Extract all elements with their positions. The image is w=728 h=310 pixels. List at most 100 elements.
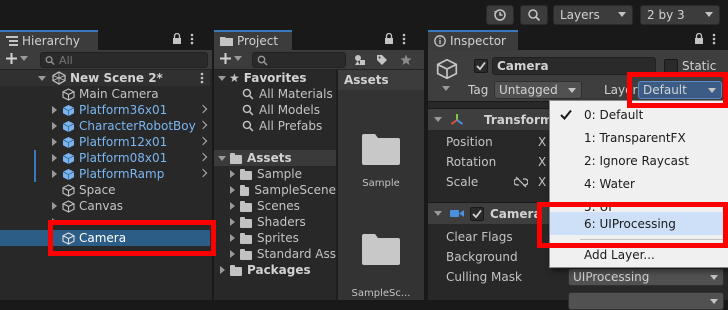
- tab-hierarchy[interactable]: Hierarchy: [0, 30, 98, 50]
- fold-closed-icon[interactable]: [52, 154, 57, 162]
- favorite-item-all-materials[interactable]: All Materials: [242, 86, 336, 102]
- fold-closed-icon[interactable]: [230, 234, 235, 242]
- link-icon[interactable]: [514, 176, 528, 188]
- hierarchy-item-canvas[interactable]: Canvas: [0, 198, 210, 214]
- fold-open-icon[interactable]: [38, 75, 46, 81]
- grid-item-samplescene[interactable]: SampleSc...: [338, 232, 424, 310]
- fold-closed-icon[interactable]: [230, 218, 235, 226]
- fold-open-icon[interactable]: [218, 75, 226, 81]
- asset-folder-label: SampleScene: [254, 183, 336, 197]
- hierarchy-item-space[interactable]: Space: [0, 182, 210, 198]
- fold-open-icon[interactable]: [434, 211, 442, 216]
- assets-header[interactable]: Assets: [214, 150, 336, 166]
- search-by-type-button[interactable]: [350, 52, 370, 68]
- lock-icon[interactable]: [694, 33, 704, 45]
- fold-closed-icon[interactable]: [220, 266, 225, 274]
- layer-option-transparentfx[interactable]: 1: TransparentFX: [550, 126, 728, 149]
- chevron-right-icon[interactable]: [198, 152, 208, 162]
- add-object-button[interactable]: [6, 53, 28, 64]
- lock-icon[interactable]: [172, 33, 182, 45]
- chevron-down-icon[interactable]: [442, 86, 450, 91]
- project-tabbar: Project: [214, 30, 424, 50]
- prefab-icon: [62, 152, 75, 164]
- chevron-right-icon[interactable]: [198, 136, 208, 146]
- lock-icon[interactable]: [384, 33, 394, 45]
- favorites-header[interactable]: ★ Favorites: [214, 70, 336, 86]
- tag-dropdown[interactable]: Untagged: [494, 81, 582, 99]
- plus-icon: [6, 53, 17, 64]
- create-asset-button[interactable]: [220, 53, 242, 64]
- fold-closed-icon[interactable]: [52, 122, 57, 130]
- grid-item-sample[interactable]: Sample: [338, 132, 424, 210]
- fold-closed-icon[interactable]: [52, 138, 57, 146]
- hierarchy-item-platform12x01[interactable]: Platform12x01: [0, 134, 210, 150]
- tab-inspector[interactable]: Inspector: [428, 30, 518, 50]
- layer-option-ignore-raycast[interactable]: 2: Ignore Raycast: [550, 149, 728, 172]
- active-checkbox[interactable]: [474, 59, 488, 73]
- favorite-item-all-models[interactable]: All Models: [242, 102, 336, 118]
- rotation-x-label[interactable]: X: [538, 155, 546, 169]
- prefab-icon: [62, 120, 75, 132]
- toolbar-search-button[interactable]: [520, 5, 548, 25]
- layout-dropdown[interactable]: 2 by 3: [640, 5, 720, 25]
- grid-breadcrumb: Assets: [338, 70, 424, 90]
- hierarchy-item-characterrobotboy[interactable]: CharacterRobotBoy: [0, 118, 210, 134]
- hierarchy-item-platformramp[interactable]: PlatformRamp: [0, 166, 210, 182]
- culling-mask-dropdown[interactable]: UIProcessing: [568, 268, 724, 286]
- fold-closed-icon[interactable]: [230, 250, 235, 258]
- static-toggle[interactable]: Static: [664, 59, 716, 73]
- camera-enabled-checkbox[interactable]: [470, 206, 484, 221]
- scene-row[interactable]: New Scene 2*: [0, 70, 210, 86]
- project-search-input[interactable]: [252, 52, 346, 68]
- chevron-right-icon[interactable]: [198, 168, 208, 178]
- fold-closed-icon[interactable]: [52, 202, 57, 210]
- chevron-right-icon[interactable]: [198, 120, 208, 130]
- static-label: Static: [682, 59, 717, 73]
- hierarchy-tabbar: Hierarchy: [0, 30, 212, 50]
- folder-icon: [362, 234, 400, 265]
- history-button[interactable]: [486, 5, 514, 25]
- scene-name: New Scene 2*: [70, 71, 163, 85]
- fold-closed-icon[interactable]: [52, 170, 57, 178]
- hierarchy-item-label: CharacterRobotBoy: [79, 119, 196, 133]
- position-x-label[interactable]: X: [538, 135, 546, 149]
- packages-header[interactable]: Packages: [214, 262, 336, 278]
- favorite-item-all-prefabs[interactable]: All Prefabs: [242, 118, 336, 134]
- hierarchy-search-input[interactable]: [40, 52, 208, 68]
- more-options-icon[interactable]: [200, 72, 204, 84]
- asset-folder-shaders[interactable]: Shaders: [230, 214, 336, 230]
- layer-option-label: 0: Default: [584, 107, 644, 122]
- search-by-label-button[interactable]: [372, 52, 392, 68]
- layer-option-water[interactable]: 4: Water: [550, 172, 728, 195]
- layers-dropdown[interactable]: Layers: [553, 5, 633, 25]
- asset-folder-standard-assets[interactable]: Standard Ass: [230, 246, 336, 262]
- favorites-button[interactable]: [396, 52, 416, 68]
- chevron-right-icon[interactable]: [198, 104, 208, 114]
- asset-folder-sample[interactable]: Sample: [230, 166, 336, 182]
- more-options-icon[interactable]: [402, 33, 406, 45]
- hierarchy-item-platform36x01[interactable]: Platform36x01: [0, 102, 210, 118]
- favorite-item-label: All Models: [259, 103, 320, 117]
- scale-x-label[interactable]: X: [538, 175, 546, 189]
- asset-folder-scenes[interactable]: Scenes: [230, 198, 336, 214]
- asset-folder-sprites[interactable]: Sprites: [230, 230, 336, 246]
- more-options-icon[interactable]: [190, 33, 194, 45]
- hierarchy-item-main-camera[interactable]: Main Camera: [0, 86, 210, 102]
- hierarchy-search-field[interactable]: [59, 53, 207, 67]
- hierarchy-item-label: Platform08x01: [79, 151, 168, 165]
- fold-closed-icon[interactable]: [230, 202, 235, 210]
- list-icon: [6, 36, 18, 46]
- more-options-icon[interactable]: [712, 33, 716, 45]
- tab-project[interactable]: Project: [214, 30, 292, 50]
- next-property-dropdown[interactable]: [568, 292, 724, 310]
- hierarchy-item-platform08x01[interactable]: Platform08x01: [0, 150, 210, 166]
- fold-open-icon[interactable]: [218, 155, 226, 161]
- fold-closed-icon[interactable]: [230, 186, 235, 194]
- fold-open-icon[interactable]: [434, 117, 442, 122]
- asset-folder-samplescene[interactable]: SampleScene: [230, 182, 336, 198]
- chevron-down-icon: [618, 12, 626, 17]
- star-icon: ★: [229, 71, 240, 85]
- fold-closed-icon[interactable]: [230, 170, 235, 178]
- fold-closed-icon[interactable]: [52, 106, 57, 114]
- static-checkbox[interactable]: [664, 59, 678, 73]
